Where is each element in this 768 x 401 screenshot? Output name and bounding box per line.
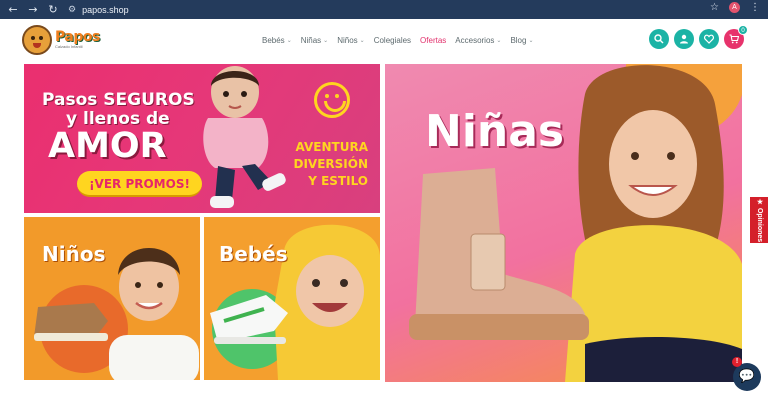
promo-side-line2: DIVERSIÓN [293, 157, 368, 171]
chat-bubble-icon: 💬 [738, 369, 756, 384]
chevron-down-icon: ⌄ [528, 36, 534, 44]
nav-item-accesorios[interactable]: Accesorios ⌄ [455, 36, 501, 45]
cart-icon [729, 34, 740, 44]
category-banner-ninos[interactable]: Niños [24, 217, 200, 380]
promo-side-line1: AVENTURA [295, 140, 368, 154]
promo-side-line3: Y ESTILO [308, 174, 368, 188]
promo-banner[interactable]: Pasos SEGUROS y llenos de AMOR ¡VER PROM… [24, 64, 380, 213]
nav-label: Blog [510, 35, 527, 45]
nav-label: Bebés [262, 35, 285, 45]
nav-label: Accesorios [455, 35, 495, 45]
brand-name: Papos [55, 29, 100, 45]
main-navigation: Bebés ⌄ Niñas ⌄ Niños ⌄ Colegiales Ofertas … [262, 19, 542, 61]
bookmark-star-icon[interactable]: ☆ [710, 2, 719, 13]
site-logo[interactable]: Papos Calzado Infantil [22, 23, 100, 57]
chevron-down-icon: ⌄ [359, 36, 365, 44]
nav-item-ofertas[interactable]: Ofertas [420, 36, 446, 45]
smiley-icon [314, 82, 350, 118]
account-button[interactable] [674, 29, 694, 49]
category-banner-ninas[interactable]: Niñas [385, 64, 742, 382]
nav-item-colegiales[interactable]: Colegiales [374, 36, 411, 45]
chat-notification-badge: ! [732, 357, 742, 367]
search-button[interactable] [649, 29, 669, 49]
heart-icon [704, 34, 714, 44]
cart-count-badge: 0 [738, 25, 748, 35]
nav-label: Niñas [300, 35, 322, 45]
search-icon [654, 34, 664, 44]
nav-label: Ofertas [420, 35, 447, 45]
reviews-side-tab[interactable]: ★ Opiniones [750, 197, 768, 243]
cart-button[interactable]: 0 [724, 25, 748, 49]
nav-label: Colegiales [373, 35, 412, 45]
browser-toolbar: ← → ↻ ⚙ papos.shop ☆ A ⋮ [0, 0, 768, 19]
address-text: papos.shop [82, 4, 129, 15]
forward-icon[interactable]: → [26, 3, 40, 17]
chevron-down-icon: ⌄ [286, 36, 292, 44]
nav-item-ninas[interactable]: Niñas ⌄ [301, 36, 328, 45]
promo-side-text: AVENTURA DIVERSIÓN Y ESTILO [293, 139, 368, 190]
nav-item-ninos[interactable]: Niños ⌄ [337, 36, 364, 45]
header-actions: 0 [649, 25, 748, 49]
promo-headline-line1: Pasos SEGUROS [42, 90, 195, 110]
promo-headline-line3: AMOR [48, 126, 167, 166]
view-promos-button[interactable]: ¡VER PROMOS! [77, 171, 202, 197]
site-header: Papos Calzado Infantil Bebés ⌄ Niñas ⌄ Niñ… [0, 19, 768, 61]
nav-label: Niños [337, 35, 358, 45]
user-icon [680, 34, 688, 44]
chevron-down-icon: ⌄ [323, 36, 329, 44]
lion-mascot-icon [22, 25, 52, 55]
site-settings-icon[interactable]: ⚙ [68, 5, 76, 15]
browser-menu-icon[interactable]: ⋮ [750, 2, 760, 13]
browser-actions: ☆ A ⋮ [710, 2, 760, 13]
chevron-down-icon: ⌄ [496, 36, 502, 44]
back-icon[interactable]: ← [6, 3, 20, 17]
reload-icon[interactable]: ↻ [46, 3, 60, 17]
category-label-ninas: Niñas [425, 106, 565, 157]
brand-tagline: Calzado Infantil [55, 44, 83, 49]
nav-item-bebes[interactable]: Bebés ⌄ [262, 36, 292, 45]
wishlist-button[interactable] [699, 29, 719, 49]
profile-avatar[interactable]: A [729, 2, 740, 13]
category-banner-bebes[interactable]: Bebés [204, 217, 380, 380]
logo-wordmark: Papos Calzado Infantil [55, 30, 100, 50]
category-label-ninos: Niños [42, 242, 106, 266]
chat-button[interactable]: 💬 [733, 363, 761, 391]
category-label-bebes: Bebés [219, 242, 288, 266]
nav-item-blog[interactable]: Blog ⌄ [510, 36, 533, 45]
address-bar[interactable]: ⚙ papos.shop [68, 5, 129, 15]
